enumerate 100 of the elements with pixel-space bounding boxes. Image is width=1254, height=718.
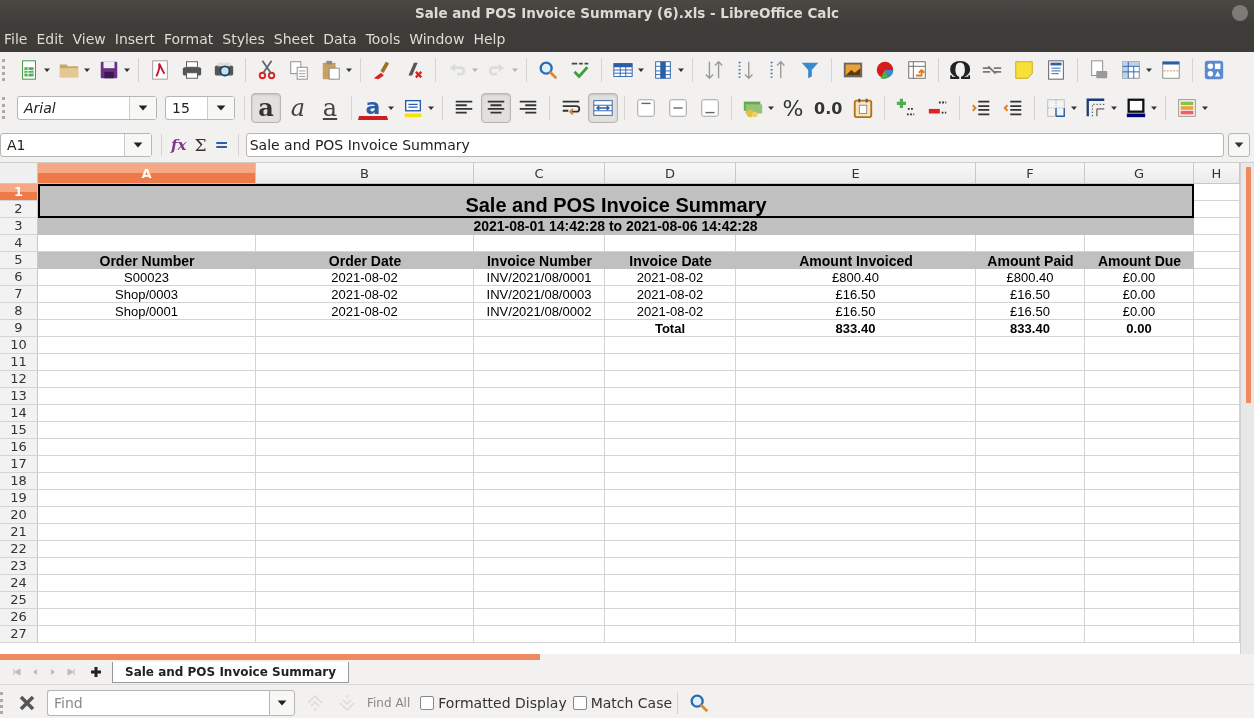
- row-header[interactable]: 9: [0, 320, 38, 337]
- table-columns-icon[interactable]: [652, 59, 674, 81]
- sort-icon[interactable]: [703, 59, 725, 81]
- caret-icon[interactable]: [767, 104, 775, 112]
- caret-icon[interactable]: [387, 104, 395, 112]
- column-header[interactable]: F: [976, 163, 1085, 184]
- row-header[interactable]: 4: [0, 235, 38, 252]
- checkbox-label[interactable]: Match Case: [590, 695, 673, 711]
- row-header[interactable]: 27: [0, 626, 38, 643]
- checkbox-label[interactable]: Formatted Display: [438, 695, 567, 711]
- font-color-button[interactable]: a: [358, 96, 388, 120]
- caret-icon[interactable]: [1201, 104, 1210, 112]
- caret-icon[interactable]: [1150, 104, 1159, 112]
- row-header[interactable]: 5: [0, 252, 38, 269]
- shapes-icon[interactable]: [1203, 59, 1226, 81]
- row-header[interactable]: 21: [0, 524, 38, 541]
- dropdown-button[interactable]: [269, 690, 295, 716]
- caret-icon[interactable]: [427, 104, 435, 112]
- find-replace-icon[interactable]: [688, 692, 711, 714]
- menu-item[interactable]: Help: [473, 31, 512, 47]
- scrollbar-thumb[interactable]: [1246, 167, 1251, 403]
- align-middle-icon[interactable]: [667, 97, 689, 119]
- underline-button[interactable]: a: [315, 93, 345, 123]
- row-header[interactable]: 23: [0, 558, 38, 575]
- pivot-table-icon[interactable]: [906, 59, 928, 81]
- italic-button[interactable]: a: [283, 93, 313, 123]
- formula-button[interactable]: =: [210, 135, 233, 155]
- borders-icon[interactable]: [1045, 97, 1068, 119]
- row-header[interactable]: 3: [0, 218, 38, 235]
- row-header[interactable]: 13: [0, 388, 38, 405]
- caret-icon[interactable]: [1070, 104, 1079, 112]
- menu-item[interactable]: Styles: [222, 31, 271, 47]
- calendar-icon[interactable]: [852, 97, 875, 119]
- minimize-button[interactable]: [1232, 5, 1248, 21]
- bold-button[interactable]: a: [251, 93, 281, 123]
- row-header[interactable]: 2: [0, 201, 38, 218]
- checkbox[interactable]: [420, 696, 435, 710]
- expand-button[interactable]: [1228, 133, 1250, 157]
- freeze-grid-icon[interactable]: [1120, 59, 1143, 81]
- pdf-icon[interactable]: [149, 59, 171, 81]
- highlight-icon[interactable]: [402, 97, 424, 119]
- row-header[interactable]: 8: [0, 303, 38, 320]
- border-color-icon[interactable]: [1125, 97, 1148, 119]
- merge-center-button[interactable]: [588, 93, 618, 123]
- menu-item[interactable]: Format: [163, 31, 220, 47]
- formula-input[interactable]: Sale and POS Invoice Summary: [245, 133, 1224, 157]
- menu-item[interactable]: Window: [409, 31, 471, 47]
- row-header[interactable]: 10: [0, 337, 38, 354]
- caret-icon[interactable]: [123, 66, 131, 74]
- row-header[interactable]: 11: [0, 354, 38, 371]
- row-header[interactable]: 7: [0, 286, 38, 303]
- caret-icon[interactable]: [1110, 104, 1119, 112]
- row-header[interactable]: 19: [0, 490, 38, 507]
- row-header[interactable]: 18: [0, 473, 38, 490]
- dropdown-button[interactable]: [124, 134, 151, 156]
- menu-item[interactable]: Edit: [36, 31, 70, 47]
- column-header[interactable]: H: [1194, 163, 1240, 184]
- menu-item[interactable]: Data: [323, 31, 363, 47]
- formula-button[interactable]: Σ: [190, 135, 211, 155]
- percent-button[interactable]: %: [778, 93, 808, 123]
- caret-icon[interactable]: [637, 66, 645, 74]
- row-header[interactable]: 14: [0, 405, 38, 422]
- caret-icon[interactable]: [1145, 66, 1154, 74]
- row-header[interactable]: 17: [0, 456, 38, 473]
- menu-item[interactable]: File: [4, 31, 34, 47]
- pie-chart-icon[interactable]: [874, 59, 896, 81]
- menu-item[interactable]: Tools: [365, 31, 407, 47]
- column-header[interactable]: G: [1085, 163, 1194, 184]
- align-center-button[interactable]: [481, 93, 511, 123]
- column-header[interactable]: C: [474, 163, 605, 184]
- column-header[interactable]: B: [256, 163, 474, 184]
- row-header[interactable]: 26: [0, 609, 38, 626]
- row-header[interactable]: 24: [0, 575, 38, 592]
- find-field[interactable]: Find: [47, 690, 269, 716]
- menu-item[interactable]: View: [72, 31, 112, 47]
- column-header[interactable]: D: [605, 163, 736, 184]
- printer-icon[interactable]: [181, 59, 203, 81]
- column-header[interactable]: E: [736, 163, 976, 184]
- scrollbar[interactable]: [1240, 163, 1254, 654]
- add-sheet-icon[interactable]: [90, 666, 102, 678]
- caret-icon[interactable]: [345, 66, 353, 74]
- clipboard-icon[interactable]: [320, 59, 342, 81]
- row-header[interactable]: 16: [0, 439, 38, 456]
- row-header[interactable]: 22: [0, 541, 38, 558]
- menu-item[interactable]: Insert: [114, 31, 161, 47]
- row-header[interactable]: 12: [0, 371, 38, 388]
- sheet-tab[interactable]: Sale and POS Invoice Summary: [112, 662, 350, 683]
- row-header[interactable]: 15: [0, 422, 38, 439]
- row-header[interactable]: 6: [0, 269, 38, 286]
- caret-icon[interactable]: [83, 66, 91, 74]
- special-character-button[interactable]: Ω: [945, 55, 976, 85]
- page-break-icon[interactable]: [1160, 59, 1183, 81]
- number-format-button[interactable]: 0.0: [810, 93, 847, 123]
- formula-button[interactable]: fx: [167, 136, 191, 154]
- scissors-icon[interactable]: [256, 59, 278, 81]
- row-header[interactable]: 20: [0, 507, 38, 524]
- row-header[interactable]: 25: [0, 592, 38, 609]
- scrollbar-thumb[interactable]: [0, 654, 540, 660]
- close-icon[interactable]: [17, 693, 37, 713]
- menu-item[interactable]: Sheet: [273, 31, 321, 47]
